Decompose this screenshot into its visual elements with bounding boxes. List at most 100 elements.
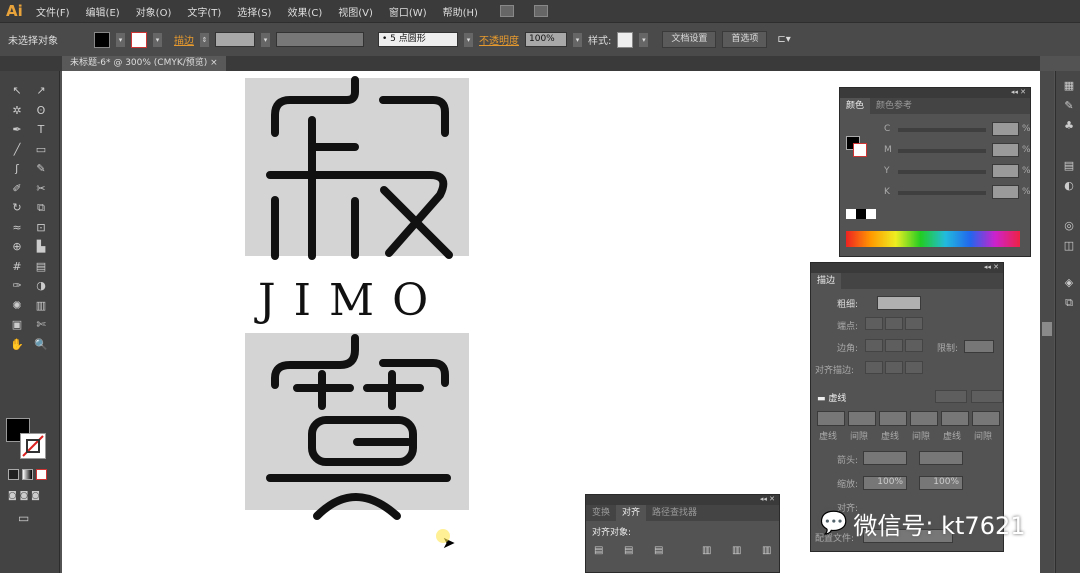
- rectangle-tool-icon[interactable]: ▭: [32, 142, 50, 158]
- tab-color-guide[interactable]: 颜色参考: [870, 98, 918, 114]
- none-black-white-swatches[interactable]: [846, 209, 876, 219]
- menu-effect[interactable]: 效果(C): [287, 4, 322, 19]
- tab-color[interactable]: 颜色: [840, 98, 871, 114]
- align-bottom-icon[interactable]: ▥: [762, 545, 776, 557]
- m-value-field[interactable]: [992, 143, 1019, 157]
- dash-right-align-button[interactable]: [971, 390, 1003, 403]
- drawing-mode-buttons[interactable]: ◙ ◙ ◙: [8, 491, 52, 503]
- panel-controls[interactable]: ◂◂ ✕: [586, 495, 779, 505]
- scale-tool-icon[interactable]: ⧉: [32, 200, 50, 216]
- dash-gap-field[interactable]: [817, 411, 845, 426]
- magic-wand-tool-icon[interactable]: ✲: [8, 103, 26, 119]
- arrange-documents-icon[interactable]: [533, 5, 548, 17]
- document-tab[interactable]: 未标题-6* @ 300% (CMYK/预览) ×: [62, 56, 226, 71]
- dashed-checkbox[interactable]: ▬ 虚线: [817, 391, 846, 404]
- lasso-tool-icon[interactable]: ʘ: [32, 103, 50, 119]
- shape-builder-tool-icon[interactable]: ⊕: [8, 239, 26, 255]
- dash-gap-field[interactable]: [879, 411, 907, 426]
- stroke-weight-field[interactable]: [215, 32, 255, 47]
- layers-icon[interactable]: ◈: [1062, 276, 1076, 290]
- brush-dropdown[interactable]: ▾: [464, 32, 473, 47]
- pen-tool-icon[interactable]: ✒: [8, 122, 26, 138]
- corner-option-button[interactable]: [905, 339, 923, 352]
- mesh-tool-icon[interactable]: #: [8, 259, 26, 275]
- menu-help[interactable]: 帮助(H): [443, 4, 478, 19]
- arrow-start-scale[interactable]: 100%: [863, 476, 907, 490]
- menu-select[interactable]: 选择(S): [237, 4, 271, 19]
- tab-pathfinder[interactable]: 路径查找器: [646, 505, 703, 521]
- opacity-field[interactable]: 100%: [525, 32, 567, 47]
- stroke-stepper[interactable]: ⇕: [200, 32, 209, 47]
- perspective-tool-icon[interactable]: ▙: [32, 239, 50, 255]
- menu-edit[interactable]: 编辑(E): [86, 4, 120, 19]
- width-tool-icon[interactable]: ≈: [8, 220, 26, 236]
- blob-brush-tool-icon[interactable]: ✐: [8, 181, 26, 197]
- bridge-icon[interactable]: [499, 5, 514, 17]
- color-mode-buttons[interactable]: [8, 469, 52, 481]
- slider-c[interactable]: [898, 128, 986, 132]
- close-tab-icon[interactable]: ×: [210, 58, 218, 68]
- screen-mode-icon[interactable]: ▭: [18, 511, 29, 525]
- align-option-button[interactable]: [885, 361, 903, 374]
- cap-option-button[interactable]: [865, 317, 883, 330]
- slider-y[interactable]: [898, 170, 986, 174]
- swatches-icon[interactable]: ▦: [1062, 79, 1076, 93]
- align-top-icon[interactable]: ▥: [702, 545, 716, 557]
- symbol-sprayer-tool-icon[interactable]: ✺: [8, 298, 26, 314]
- align-vertical-center-icon[interactable]: ▥: [732, 545, 746, 557]
- limit-field[interactable]: [964, 340, 994, 353]
- stroke-dropdown[interactable]: ▾: [153, 32, 162, 47]
- menu-window[interactable]: 窗口(W): [389, 4, 427, 19]
- line-tool-icon[interactable]: ╱: [8, 142, 26, 158]
- preferences-button[interactable]: 首选项: [722, 31, 768, 48]
- dash-left-align-button[interactable]: [935, 390, 967, 403]
- selection-tool-icon[interactable]: ↖: [8, 83, 26, 99]
- document-setup-button[interactable]: 文档设置: [662, 31, 717, 48]
- artboard-tool-icon[interactable]: ▣: [8, 317, 26, 333]
- stroke-swatch[interactable]: [853, 143, 867, 157]
- stroke-swatch[interactable]: [131, 31, 147, 48]
- color-spectrum[interactable]: [846, 231, 1020, 247]
- dash-gap-field[interactable]: [910, 411, 938, 426]
- align-option-button[interactable]: [865, 361, 883, 374]
- panel-controls[interactable]: ◂◂ ✕: [840, 88, 1030, 98]
- type-tool-icon[interactable]: T: [32, 122, 50, 138]
- appearance-icon[interactable]: ◎: [1062, 219, 1076, 233]
- transparency-icon[interactable]: ◐: [1062, 179, 1076, 193]
- fill-dropdown[interactable]: ▾: [116, 32, 125, 47]
- arrange-icon[interactable]: ⊏▾: [777, 34, 790, 45]
- symbols-icon[interactable]: ♣: [1062, 119, 1076, 133]
- paintbrush-tool-icon[interactable]: ʃ: [8, 161, 26, 177]
- panel-controls[interactable]: ◂◂ ✕: [811, 263, 1003, 273]
- style-dropdown[interactable]: ▾: [639, 32, 649, 47]
- align-left-icon[interactable]: ▤: [594, 545, 608, 557]
- fill-swatch[interactable]: [94, 31, 110, 48]
- artboards-icon[interactable]: ⧉: [1062, 296, 1076, 310]
- tab-transform[interactable]: 变换: [586, 505, 616, 521]
- direct-selection-tool-icon[interactable]: ↗: [32, 83, 50, 99]
- slice-tool-icon[interactable]: ✄: [32, 317, 50, 333]
- graph-tool-icon[interactable]: ▥: [32, 298, 50, 314]
- eyedropper-tool-icon[interactable]: ✑: [8, 278, 26, 294]
- tab-stroke[interactable]: 描边: [811, 273, 842, 289]
- hand-tool-icon[interactable]: ✋: [8, 337, 26, 353]
- cap-option-button[interactable]: [885, 317, 903, 330]
- align-right-icon[interactable]: ▤: [654, 545, 668, 557]
- weight-field[interactable]: [877, 296, 921, 310]
- free-transform-tool-icon[interactable]: ⊡: [32, 220, 50, 236]
- dash-gap-field[interactable]: [972, 411, 1000, 426]
- zoom-tool-icon[interactable]: 🔍: [32, 337, 50, 353]
- variable-width-field[interactable]: [276, 32, 364, 47]
- c-value-field[interactable]: [992, 122, 1019, 136]
- corner-option-button[interactable]: [865, 339, 883, 352]
- style-swatch[interactable]: [617, 31, 634, 48]
- y-value-field[interactable]: [992, 164, 1019, 178]
- arrow-start-field[interactable]: [863, 451, 907, 465]
- slider-k[interactable]: [898, 191, 986, 195]
- stroke-weight-dropdown[interactable]: ▾: [261, 32, 270, 47]
- arrow-end-scale[interactable]: 100%: [919, 476, 963, 490]
- scrollbar-thumb[interactable]: [1042, 322, 1052, 336]
- k-value-field[interactable]: [992, 185, 1019, 199]
- corner-option-button[interactable]: [885, 339, 903, 352]
- align-horizontal-center-icon[interactable]: ▤: [624, 545, 638, 557]
